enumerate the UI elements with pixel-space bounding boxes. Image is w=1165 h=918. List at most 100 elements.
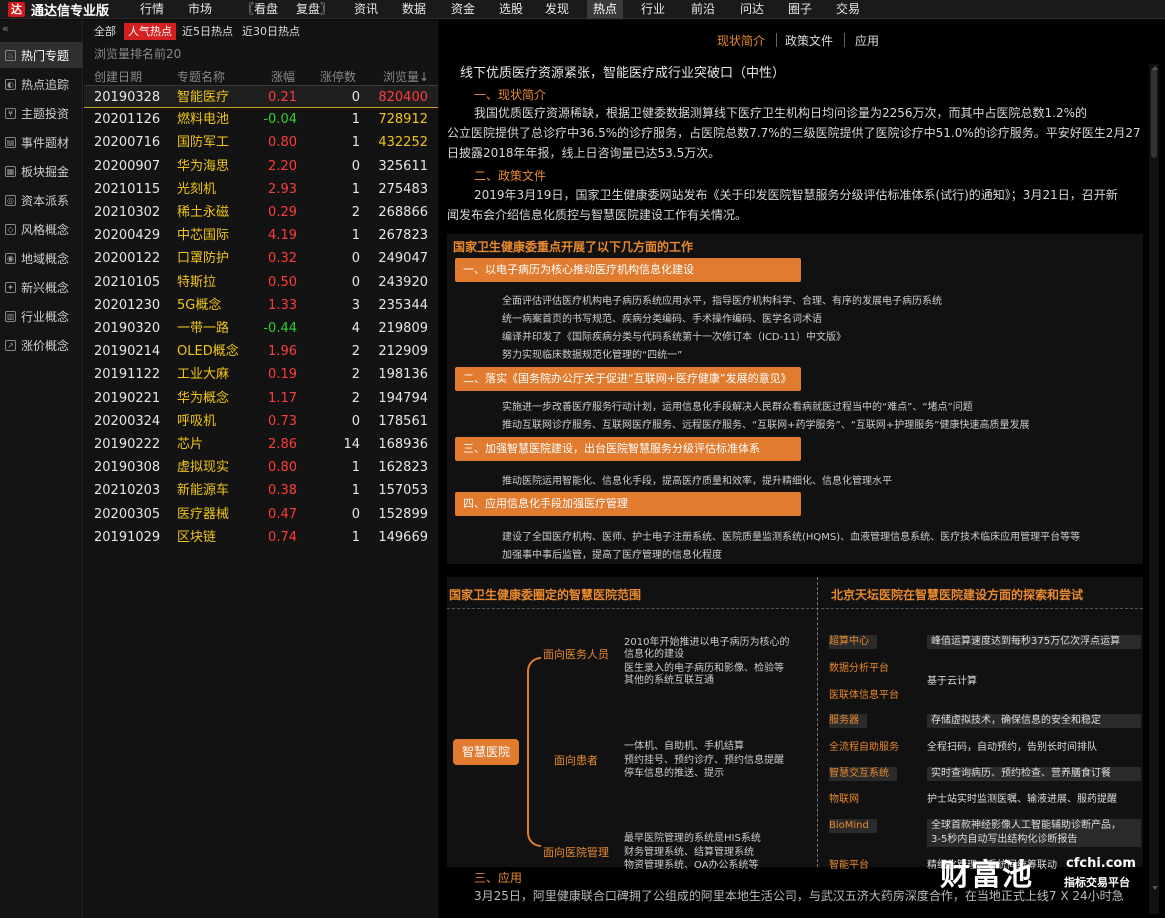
sidebar-item[interactable]: ◉ 地域概念: [0, 245, 83, 271]
app-name: 通达信专业版: [31, 4, 110, 19]
table-row[interactable]: 20190308 虚拟现实 0.80 1 162823: [84, 456, 438, 479]
table-row[interactable]: 20201126 燃料电池 -0.04 1 728912: [84, 108, 438, 131]
menu-item[interactable]: 资金: [445, 0, 481, 19]
sidebar-item[interactable]: ▥ 行业概念: [0, 303, 83, 329]
branch-text: 预约挂号、预约诊疗、预约信息提醒: [624, 755, 784, 766]
menu-item[interactable]: 圈子: [782, 0, 818, 19]
filter-tab[interactable]: 人气热点: [124, 23, 176, 40]
article-paragraph: 2019年3月19日，国家卫生健康委网站发布《关于印发医院智慧服务分级评估标准体…: [474, 188, 1118, 202]
cell-topic-name: 芯片: [177, 437, 204, 452]
category-icon: ¥: [5, 107, 16, 119]
cell-topic-name: 一带一路: [177, 321, 230, 336]
cell-topic-name: 新能源车: [177, 483, 230, 499]
article-paragraph: 我国优质医疗资源稀缺，根据卫健委数据测算线下医疗卫生机构日均问诊量为2256万次…: [474, 106, 1088, 120]
menu-item[interactable]: 市场: [182, 0, 218, 19]
sidebar-item[interactable]: ◎ 资本派系: [0, 187, 83, 213]
article-paragraph: 闻发布会介绍信息化质控与智慧医院建设工作有关情况。: [447, 208, 748, 222]
table-row[interactable]: 20190328 智能医疗 0.21 0 820400: [84, 85, 438, 108]
col-header-limit[interactable]: 涨停数: [320, 68, 356, 85]
cell-change: 0.29: [268, 205, 297, 220]
app-logo: 达 通达信专业版: [0, 0, 126, 19]
menu-item[interactable]: 资讯: [348, 0, 384, 19]
scroll-down-icon[interactable]: [1152, 886, 1158, 890]
cell-change: 2.20: [268, 158, 297, 174]
table-row[interactable]: 20200122 口罩防护 0.32 0 249047: [84, 247, 438, 270]
tiantan-item-name: 医联体信息平台: [829, 690, 899, 701]
cell-views: 432252: [378, 135, 428, 151]
branch-label: 面向医务人员: [543, 648, 609, 661]
scroll-up-icon[interactable]: [1152, 66, 1158, 70]
table-row[interactable]: 20200324 呼吸机 0.73 0 178561: [84, 410, 438, 433]
sidebar-item[interactable]: ♨ 热门专题: [0, 42, 83, 68]
list-subtitle: 浏览量排名前20: [94, 47, 182, 61]
tiantan-item-desc: 全球首款神经影像人工智能辅助诊断产品，: [927, 819, 1141, 833]
sidebar-item[interactable]: ▤ 事件题材: [0, 129, 83, 155]
menu-item[interactable]: 复盘〗: [290, 0, 338, 19]
menu-item[interactable]: 行情: [134, 0, 170, 19]
table-row[interactable]: 20200305 医疗器械 0.47 0 152899: [84, 503, 438, 526]
col-header-pct[interactable]: 涨幅: [271, 68, 295, 85]
cell-topic-name: 虚拟现实: [177, 460, 230, 476]
collapse-sidebar-icon[interactable]: «: [2, 22, 9, 35]
tab-application[interactable]: 应用: [855, 32, 879, 49]
menu-item[interactable]: 〖看盘: [236, 0, 284, 19]
filter-tab[interactable]: 近5日热点: [178, 23, 237, 40]
table-row[interactable]: 20200907 华为海思 2.20 0 325611: [84, 155, 438, 178]
menu-item[interactable]: 问达: [734, 0, 770, 19]
cell-views: 178561: [378, 413, 428, 429]
sidebar-item-label: 主题投资: [21, 106, 70, 121]
table-row[interactable]: 20200429 中芯国际 4.19 1 267823: [84, 224, 438, 247]
table-row[interactable]: 20210203 新能源车 0.38 1 157053: [84, 479, 438, 502]
table-row[interactable]: 20201230 5G概念 1.33 3 235344: [84, 294, 438, 317]
table-row[interactable]: 20190320 一带一路 -0.44 4 219809: [84, 317, 438, 340]
menu-item[interactable]: 选股: [493, 0, 529, 19]
table-row[interactable]: 20200716 国防军工 0.80 1 432252: [84, 131, 438, 154]
sidebar-item[interactable]: ¥ 主题投资: [0, 100, 83, 126]
sidebar-item[interactable]: ◇ 风格概念: [0, 216, 83, 242]
cell-views: 157053: [378, 483, 428, 499]
cell-change: -0.44: [263, 321, 297, 336]
table-row[interactable]: 20191029 区块链 0.74 1 149669: [84, 526, 438, 549]
vertical-scrollbar[interactable]: [1149, 64, 1159, 914]
policy-bullet: 建设了全国医疗机构、医师、护士电子注册系统、医院质量监测系统(HQMS)、血液管…: [502, 532, 1081, 543]
cell-views: 198136: [378, 367, 428, 383]
menu-item[interactable]: 数据: [396, 0, 432, 19]
scroll-thumb[interactable]: [1151, 68, 1157, 158]
col-header-views[interactable]: 浏览量↓: [383, 68, 429, 85]
col-header-name[interactable]: 专题名称: [177, 68, 225, 85]
policy-bullet: 加强事中事后监管，提高了医疗管理的信息化程度: [502, 550, 722, 561]
divider: [447, 608, 1143, 609]
sidebar-item[interactable]: ▦ 板块掘金: [0, 158, 83, 184]
menu-item[interactable]: 交易: [830, 0, 866, 19]
filter-tab[interactable]: 近30日热点: [238, 23, 304, 40]
cell-date: 20201126: [94, 112, 161, 128]
col-header-date[interactable]: 创建日期: [94, 68, 142, 85]
menu-item[interactable]: 发现: [539, 0, 575, 19]
top-menu-bar: 达 通达信专业版 行情 市场 〖看盘 复盘〗 资讯 数据 资金 选股 发现 热点 行业 前沿 问达 圈子交…: [0, 0, 1165, 19]
menu-item[interactable]: 热点: [587, 0, 624, 19]
menu-item[interactable]: 前沿: [685, 0, 721, 19]
cell-change: 1.33: [268, 297, 297, 313]
cell-date: 20200716: [94, 135, 161, 151]
cell-views: 820400: [378, 90, 428, 105]
table-row[interactable]: 20191122 工业大麻 0.19 2 198136: [84, 363, 438, 386]
policy-bullet: 努力实现临床数据规范化管理的“四统一”: [502, 350, 683, 361]
cell-topic-name: 国防军工: [177, 135, 230, 151]
table-row[interactable]: 20210105 特斯拉 0.50 0 243920: [84, 271, 438, 294]
table-row[interactable]: 20190214 OLED概念 1.96 2 212909: [84, 340, 438, 363]
table-row[interactable]: 20190222 芯片 2.86 14 168936: [84, 433, 438, 456]
tab-policy-docs[interactable]: 政策文件: [785, 32, 833, 49]
cell-limit-up-count: 3: [351, 297, 360, 313]
category-icon: ▤: [5, 136, 16, 148]
table-row[interactable]: 20190221 华为概念 1.17 2 194794: [84, 387, 438, 410]
table-row[interactable]: 20210115 光刻机 2.93 1 275483: [84, 178, 438, 201]
filter-tab[interactable]: 全部: [90, 23, 120, 40]
cell-date: 20190320: [94, 321, 161, 336]
sidebar-item[interactable]: ◐ 热点追踪: [0, 71, 83, 97]
sidebar-item[interactable]: ✦ 新兴概念: [0, 274, 83, 300]
tab-status-intro[interactable]: 现状简介: [717, 32, 765, 49]
table-row[interactable]: 20210302 稀土永磁 0.29 2 268866: [84, 201, 438, 224]
sidebar-item[interactable]: ↗ 涨价概念: [0, 332, 83, 358]
cell-date: 20200429: [94, 228, 161, 244]
menu-item[interactable]: 行业: [635, 0, 671, 19]
